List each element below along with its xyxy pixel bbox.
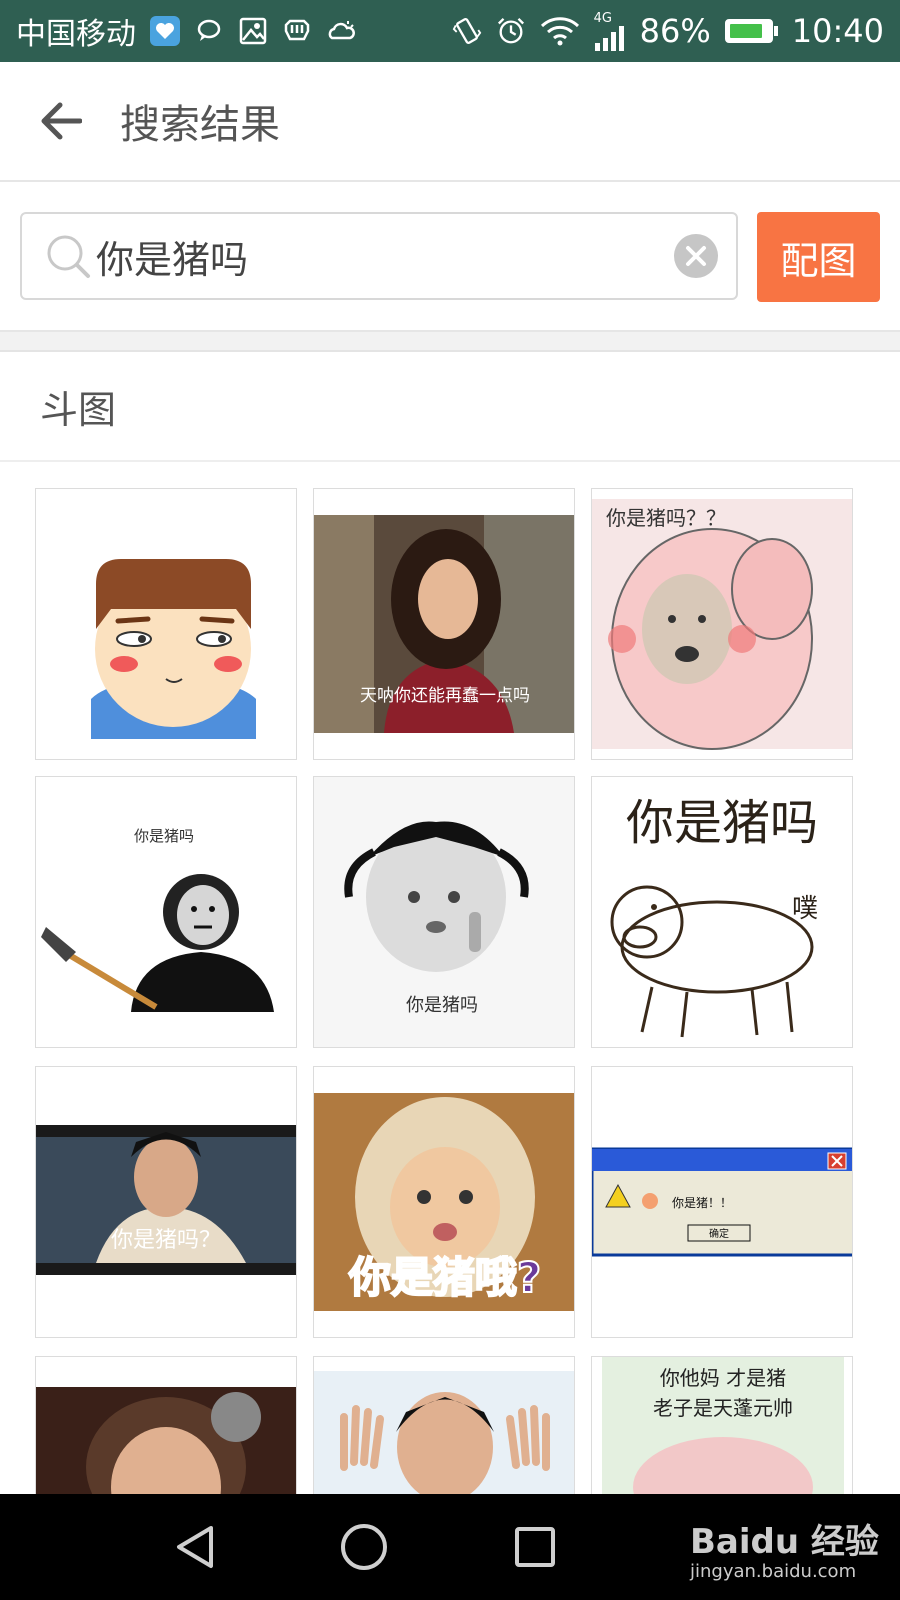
battery-percent: 86% (639, 12, 711, 50)
status-bar: 中国移动 4G 86% 10:40 (0, 0, 900, 62)
result-image[interactable] (313, 1356, 575, 1494)
back-button[interactable] (30, 91, 90, 151)
section-header: 斗图 (0, 352, 900, 462)
result-image[interactable]: 你是猪吗？？ (591, 488, 853, 760)
watermark-site: jingyan.baidu.com (690, 1561, 857, 1582)
system-nav-bar: Baidu 经验 jingyan.baidu.com (0, 1494, 900, 1600)
section-divider (0, 332, 900, 352)
dialog-ok-label: 确定 (709, 1227, 729, 1240)
nav-back-button[interactable] (163, 1514, 229, 1580)
battery-fill (729, 24, 763, 38)
dialog-message: 你是猪！！ (672, 1196, 732, 1210)
weather-icon (326, 16, 356, 46)
match-image-button[interactable]: 配图 (757, 212, 880, 302)
meme-caption-line1: 你他妈 才是猪 (660, 1366, 786, 1390)
gallery-icon (238, 16, 268, 46)
clock: 10:40 (791, 12, 884, 50)
search-row: 你是猪吗 配图 (0, 182, 900, 332)
result-image[interactable]: 你是猪吗 噗 (591, 776, 853, 1048)
app-header: 搜索结果 (0, 62, 900, 182)
meme-caption: 你是猪吗？？ (606, 506, 726, 530)
result-image[interactable]: 你是猪吗？ (35, 1066, 297, 1338)
alarm-icon (496, 16, 526, 46)
status-left: 中国移动 (16, 9, 356, 53)
meme-caption: 你是猪吗？ (111, 1228, 221, 1253)
meme-caption: 你是猪吗 (406, 995, 478, 1016)
cell-signal: 4G (594, 12, 626, 51)
results-grid: 天呐你还能再蠢一点吗 你是猪吗？？ 你是猪吗 你是猪吗 你是猪吗 噗 你是猪吗？… (0, 462, 900, 1494)
meme-caption: 你是猪吗 (626, 795, 818, 851)
meme-sfx: 噗 (792, 894, 818, 924)
status-right: 4G 86% 10:40 (452, 12, 884, 51)
search-icon (44, 232, 92, 280)
result-image[interactable]: 你是猪哦? (313, 1066, 575, 1338)
back-triangle-icon (177, 1526, 213, 1568)
clear-search-button[interactable] (674, 234, 718, 278)
meme-caption: 天呐你还能再蠢一点吗 (360, 686, 530, 706)
close-icon (686, 246, 706, 266)
result-image[interactable]: 你是猪！！ 确定 (591, 1066, 853, 1338)
back-arrow-icon (41, 102, 82, 140)
network-type: 4G (593, 10, 613, 26)
meme-caption: 你是猪吗 (134, 827, 194, 845)
search-input[interactable]: 你是猪吗 (20, 212, 738, 300)
result-image[interactable] (35, 1356, 297, 1494)
result-image[interactable]: 天呐你还能再蠢一点吗 (313, 488, 575, 760)
health-app-icon (150, 16, 180, 46)
result-image[interactable]: 你他妈 才是猪 老子是天蓬元帅 (591, 1356, 853, 1494)
recents-square-icon (515, 1527, 555, 1567)
vibrate-icon (452, 16, 482, 46)
home-circle-icon (341, 1524, 387, 1570)
result-image[interactable]: 你是猪吗 (313, 776, 575, 1048)
signal-bars-icon (594, 25, 624, 51)
nav-recents-button[interactable] (502, 1514, 568, 1580)
baidu-watermark: Baidu 经验 jingyan.baidu.com (690, 1514, 879, 1582)
section-title: 斗图 (40, 387, 117, 432)
meme-caption: 你是猪哦? (348, 1253, 541, 1302)
watermark-brand: Baidu 经验 (690, 1522, 879, 1562)
result-image[interactable]: 你是猪吗 (35, 776, 297, 1048)
glove-icon (282, 16, 312, 46)
result-image[interactable] (35, 488, 297, 760)
nav-home-button[interactable] (331, 1514, 397, 1580)
search-query-text[interactable]: 你是猪吗 (96, 229, 674, 284)
wifi-icon (540, 16, 580, 46)
battery-icon (724, 19, 778, 43)
page-title: 搜索结果 (120, 102, 280, 148)
carrier-name: 中国移动 (16, 17, 136, 52)
chat-icon (194, 16, 224, 46)
meme-caption-line2: 老子是天蓬元帅 (653, 1396, 793, 1420)
